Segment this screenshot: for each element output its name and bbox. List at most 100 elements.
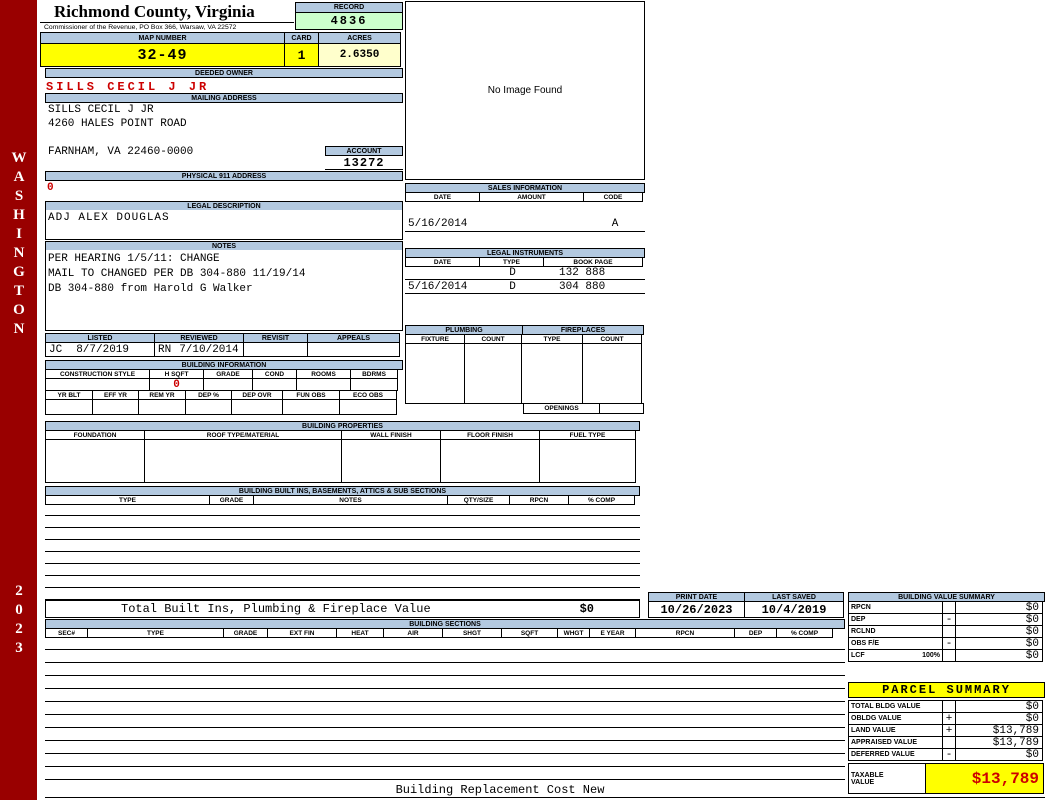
legal-description-value: ADJ ALEX DOUGLAS (48, 212, 170, 224)
openings-row: OPENINGS (523, 403, 644, 414)
instrument-row: 5/16/2014 D 304 880 (405, 280, 645, 294)
sales-date-value: 5/16/2014 (408, 217, 468, 230)
bvs-label2-text: 100% (922, 652, 940, 659)
notes-box: PER HEARING 1/5/11: CHANGE MAIL TO CHANG… (45, 250, 403, 331)
bottom-rule (45, 797, 1045, 798)
parcel-value: $0 (955, 748, 1043, 761)
roof-type-value (144, 439, 342, 483)
reviewed-initials: RN (158, 343, 172, 356)
last-saved-value: 10/4/2019 (744, 601, 844, 618)
eff-yr-value (92, 399, 139, 415)
sales-date-header: DATE (405, 192, 480, 202)
sales-code-header: CODE (583, 192, 643, 202)
empty-row (45, 576, 640, 588)
acres-value: 2.6350 (318, 43, 401, 67)
bvs-label-text: RCLND (851, 628, 876, 635)
bvs-label-text: OBS F/E (851, 640, 880, 647)
parcel-label: DEFERRED VALUE (848, 748, 943, 761)
empty-row (45, 588, 640, 600)
book-page-value: 132 888 (559, 266, 606, 279)
sales-col-headers: DATE AMOUNT CODE (405, 192, 643, 202)
county-title: Richmond County, Virginia (40, 2, 294, 23)
empty-row (45, 663, 845, 676)
instrument-row: D 132 888 (405, 266, 645, 280)
listed-initials: JC (49, 343, 63, 356)
notes-line3: DB 304-880 from Harold G Walker (48, 283, 253, 295)
empty-row (45, 540, 640, 552)
print-date-value: 10/26/2023 (648, 601, 745, 618)
building-properties-values (45, 439, 636, 483)
empty-row (45, 516, 640, 528)
empty-row (45, 564, 640, 576)
empty-row (45, 552, 640, 564)
reviewed-date: 7/10/2014 (179, 343, 239, 356)
empty-row (45, 689, 845, 702)
record-value: 4836 (295, 12, 403, 30)
fixture-value (405, 343, 465, 404)
taxable-label-line2: VALUE (851, 778, 875, 786)
fuel-type-value (539, 439, 636, 483)
instrument-type-value: D (509, 266, 516, 279)
empty-row (45, 676, 845, 689)
county-header-block: Richmond County, Virginia Commissioner o… (40, 2, 294, 33)
floor-finish-value (440, 439, 540, 483)
sales-amount-header: AMOUNT (479, 192, 584, 202)
map-value-row: 32-49 1 2.6350 (40, 43, 401, 67)
book-page-value: 304 880 (559, 280, 606, 293)
account-value: 13272 (325, 156, 403, 170)
mailing-address-header: MAILING ADDRESS (45, 93, 403, 103)
bvs-value: $0 (955, 649, 1043, 662)
built-ins-total-row: Total Built Ins, Plumbing & Fireplace Va… (45, 600, 640, 618)
empty-row (45, 650, 845, 663)
empty-row (45, 504, 640, 516)
rem-yr-value (138, 399, 186, 415)
foundation-value (45, 439, 145, 483)
built-ins-total-value: $0 (579, 602, 594, 616)
revisit-value (243, 342, 308, 357)
built-ins-empty-rows (45, 504, 640, 600)
reviewed-value: RN 7/10/2014 (154, 342, 244, 357)
instrument-date-value (405, 266, 480, 279)
bvs-label-text: RPCN (851, 604, 871, 611)
empty-row (45, 715, 845, 728)
taxable-value-row: TAXABLE VALUE $13,789 (848, 763, 1044, 794)
built-ins-total-label: Total Built Ins, Plumbing & Fireplace Va… (121, 602, 431, 616)
deeded-owner-header: DEEDED OWNER (45, 68, 403, 78)
instrument-date-value: 5/16/2014 (408, 280, 468, 293)
fun-obs-value (282, 399, 340, 415)
sales-code-value: A (611, 217, 619, 230)
empty-row (45, 637, 845, 650)
card-value: 1 (284, 43, 319, 67)
openings-label: OPENINGS (523, 403, 600, 414)
instrument-type-value: D (509, 280, 516, 293)
yr-blt-value (45, 399, 93, 415)
map-number-value: 32-49 (40, 43, 285, 67)
account-header: ACCOUNT (325, 146, 403, 156)
bvs-label-text: LCF (851, 652, 865, 659)
mailing-address-line3: FARNHAM, VA 22460-0000 (48, 146, 194, 158)
dep-ovr-value (231, 399, 283, 415)
openings-value (599, 403, 644, 414)
legal-description-box: ADJ ALEX DOUGLAS (45, 210, 403, 240)
property-record-card: WASHINGTON 2023 Richmond County, Virgini… (0, 0, 1050, 800)
empty-row (45, 528, 640, 540)
taxable-value-label: TAXABLE VALUE (848, 763, 926, 794)
listed-value: JC 8/7/2019 (45, 342, 155, 357)
dep-pct-value (185, 399, 232, 415)
physical-911-header: PHYSICAL 911 ADDRESS (45, 171, 403, 181)
empty-row (45, 754, 845, 767)
taxable-label-line1: TAXABLE (851, 771, 884, 779)
parcel-summary-header: PARCEL SUMMARY (848, 682, 1045, 698)
mailing-address-line1: SILLS CECIL J JR (48, 104, 154, 116)
eco-obs-value (339, 399, 397, 415)
building-info-row2-values (45, 399, 397, 415)
listed-date: 8/7/2019 (76, 343, 130, 356)
deeded-owner-name: SILLS CECIL J JR (46, 80, 210, 94)
physical-911-value: 0 (47, 182, 54, 194)
empty-row (45, 728, 845, 741)
bvs-label: LCF 100% (848, 649, 943, 662)
fireplace-count-value (582, 343, 642, 404)
taxable-value: $13,789 (925, 763, 1044, 794)
no-image-text: No Image Found (487, 85, 563, 96)
parcel-row: DEFERRED VALUE - $0 (848, 748, 1043, 761)
